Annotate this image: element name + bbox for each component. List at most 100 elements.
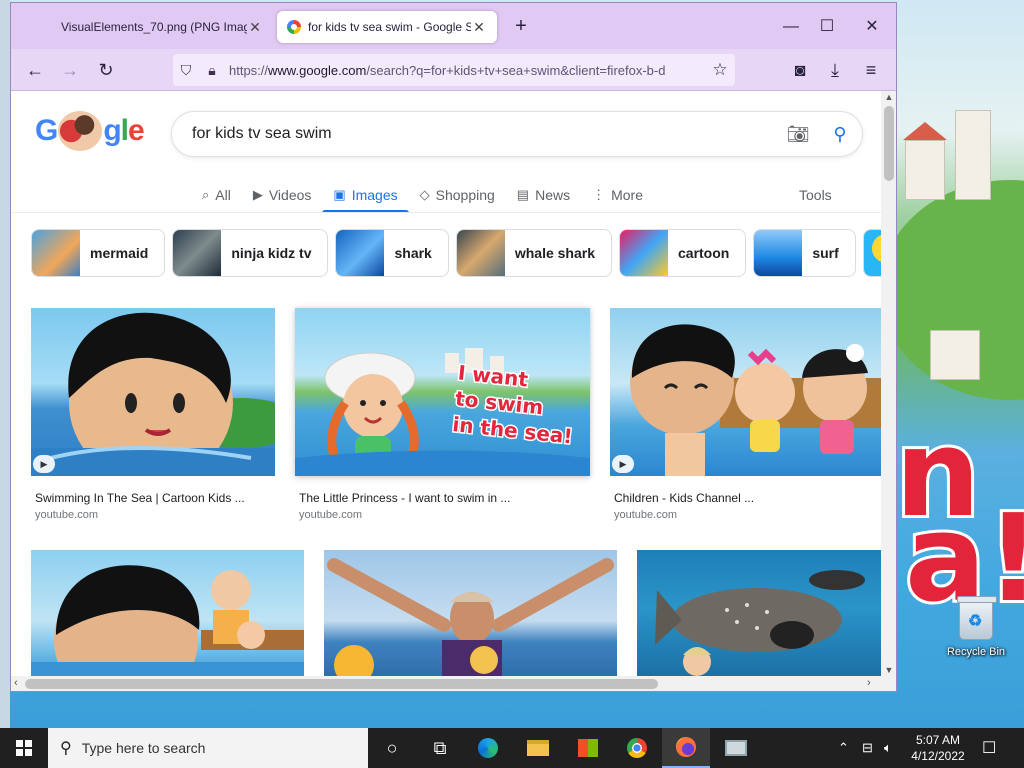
chip-cartoon[interactable]: cartoon [619,229,747,277]
bookmark-star-icon[interactable]: ☆ [705,60,735,80]
forward-button[interactable]: → [56,56,84,84]
cartoon-boy-illustration [31,312,275,476]
url-host: www.google.com [268,62,367,78]
thumbnail-caption: I want to swim in the sea! [450,359,588,450]
chip-thumbnail [620,230,668,276]
image-result[interactable] [31,550,304,676]
chip-whale-shark[interactable]: whale shark [455,229,612,277]
logo-letter: l [120,114,129,147]
tab-shopping[interactable]: ◇ Shopping [409,179,506,211]
result-source[interactable]: youtube.com [614,509,677,521]
close-icon[interactable]: ✕ [471,19,487,36]
system-clock[interactable]: 5:07 AM 4/12/2022 [904,732,972,764]
google-logo[interactable]: G g l e [35,111,145,151]
close-icon[interactable]: ✕ [247,19,263,36]
vertical-scrollbar[interactable]: ▲ ▼ [881,91,896,676]
chrome-icon[interactable] [613,728,661,768]
browser-window: VisualElements_70.png (PNG Image, 1024 ✕… [10,2,897,692]
image-result[interactable]: ▶ Children - Kids Channel ... youtube.co… [610,308,881,528]
image-result[interactable]: I want to swim in the sea! The Little Pr… [295,308,590,528]
start-button[interactable] [0,728,48,768]
image-result[interactable]: ▶ Swimming In The Sea | Cartoon Kids ...… [31,308,275,528]
scroll-down-icon[interactable]: ▼ [881,665,896,675]
pocket-icon[interactable]: ◙ [786,56,814,84]
tab-label: Videos [268,187,312,203]
tab-bar: VisualElements_70.png (PNG Image, 1024 ✕… [11,3,896,49]
scrollbar-thumb[interactable] [884,106,894,181]
result-title[interactable]: Children - Kids Channel ... [614,491,754,505]
search-input[interactable]: for kids tv sea swim [192,125,778,143]
desktop-edge [0,0,10,728]
lock-icon[interactable]: 🔒︎ [199,62,225,79]
network-icon[interactable]: ⊟ [862,728,873,768]
url-text[interactable]: https://www.google.com/search?q=for+kids… [225,63,705,78]
chip-mermaid[interactable]: mermaid [31,229,166,277]
tab-news[interactable]: ▤ News [506,179,581,211]
scroll-left-icon[interactable]: ‹ [14,677,18,689]
tray-chevron-icon[interactable]: ⌃ [838,728,849,768]
notifications-icon[interactable]: ☐ [982,728,996,768]
tab-images[interactable]: ▣ Images [322,179,409,213]
camera-icon[interactable]: 📷︎ [778,124,818,145]
windows-logo-icon [16,740,32,756]
image-result[interactable] [324,550,617,676]
result-thumbnail: ▶ [610,308,881,476]
tab-label: More [611,187,644,203]
remote-desktop-icon[interactable] [712,728,760,768]
recycle-bin-label: Recycle Bin [946,646,1006,658]
result-source[interactable]: youtube.com [299,509,362,521]
horizontal-scrollbar[interactable]: ‹ › [11,676,896,691]
taskbar-search-box[interactable]: ⚲ Type here to search [48,728,368,768]
reload-button[interactable]: ↻ [92,56,120,84]
tab-all[interactable]: ⌕ All [191,179,242,211]
desktop-house [905,140,945,200]
new-tab-button[interactable]: + [509,15,533,39]
recycle-bin[interactable]: ♻ Recycle Bin [940,596,1012,658]
result-title[interactable]: Swimming In The Sea | Cartoon Kids ... [35,491,245,505]
task-view-icon[interactable]: ⧉ [416,728,464,768]
store-icon[interactable] [564,728,612,768]
chip-label: mermaid [90,245,149,261]
tab-google-search[interactable]: for kids tv sea swim - Google Search ✕ [277,11,497,43]
scroll-up-icon[interactable]: ▲ [881,92,896,102]
maximize-button[interactable]: ☐ [809,13,845,41]
menu-icon[interactable]: ≡ [857,56,885,84]
scroll-right-icon[interactable]: › [867,677,871,689]
minimize-button[interactable]: — [773,13,809,41]
result-title[interactable]: The Little Princess - I want to swim in … [299,491,510,505]
cortana-icon[interactable]: ○ [368,728,416,768]
tab-more[interactable]: ⋮ More [581,179,654,211]
desktop-house [930,330,980,380]
search-icon[interactable]: ⚲ [818,124,862,145]
page-content: G g l e for kids tv sea swim 📷︎ ⚲ ⌕ All ▶… [11,91,881,676]
file-explorer-icon[interactable] [514,728,562,768]
taskbar-search-placeholder: Type here to search [81,740,206,756]
url-scheme: https:// [229,62,269,78]
tab-videos[interactable]: ▶ Videos [242,179,323,211]
firefox-icon[interactable] [662,728,710,768]
tab-png-image[interactable]: VisualElements_70.png (PNG Image, 1024 ✕ [51,11,273,43]
volume-icon[interactable]: 🔈︎ [884,728,892,768]
chip-shark[interactable]: shark [335,229,449,277]
address-bar[interactable]: ⛉ 🔒︎ https://www.google.com/search?q=for… [173,54,735,86]
image-result[interactable] [637,550,881,676]
search-box[interactable]: for kids tv sea swim 📷︎ ⚲ [171,111,863,157]
search-icon: ⚲ [60,740,72,757]
chip-surf[interactable]: surf [753,229,856,277]
chip-thumbnail [32,230,80,276]
result-source[interactable]: youtube.com [35,509,98,521]
search-tabs: ⌕ All ▶ Videos ▣ Images ◇ Shopping ▤ News ⋮ Mo… [191,179,654,213]
chip-more[interactable] [862,229,881,277]
chip-ninja-kidz-tv[interactable]: ninja kidz tv [172,229,329,277]
edge-browser-icon[interactable] [464,728,512,768]
shield-icon[interactable]: ⛉ [173,62,199,79]
result-thumbnail [31,550,304,676]
scrollbar-thumb[interactable] [25,679,658,689]
clock-time: 5:07 AM [915,733,961,747]
tools-button[interactable]: Tools [799,179,832,211]
logo-letter: e [128,114,145,147]
download-icon[interactable]: ⤓ [821,56,849,84]
back-button[interactable]: ← [21,56,49,84]
chip-label: shark [394,245,432,261]
close-window-button[interactable]: ✕ [854,13,890,41]
